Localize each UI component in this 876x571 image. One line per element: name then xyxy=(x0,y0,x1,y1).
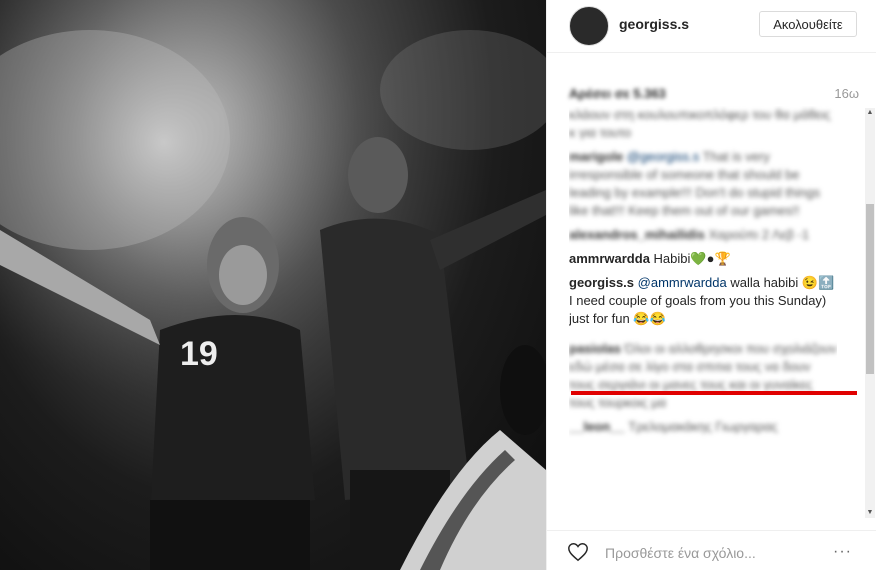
comment-text: Χαρούπι 2 Λεβ -1 xyxy=(708,227,810,242)
add-comment-input[interactable]: Προσθέστε ένα σχόλιο... xyxy=(605,545,756,561)
highlight-underline xyxy=(571,391,857,395)
comment-mention[interactable]: @georgiss.s xyxy=(627,149,699,164)
comment-list: κλάουν στη κουλουπικοπλόφερ του θα μάθει… xyxy=(569,106,837,516)
more-options-icon[interactable]: ··· xyxy=(833,543,852,561)
post-photo-illustration: 19 xyxy=(0,0,546,570)
post-footer: Προσθέστε ένα σχόλιο... ··· xyxy=(547,530,876,571)
svg-text:19: 19 xyxy=(180,335,218,373)
comments-scrollbar[interactable]: ▲ ▼ xyxy=(865,108,875,518)
likes-row: Αρέσει σε 5.363 16ω xyxy=(569,86,859,102)
comment-username[interactable]: pasiolas xyxy=(569,341,621,356)
comment-mention[interactable]: @ammrwardda xyxy=(638,275,727,290)
comment-username[interactable]: alexandros_mihailidis xyxy=(569,227,705,242)
comment-item: georgiss.s @ammrwardda walla habibi 😉🔝 I… xyxy=(569,274,837,328)
instagram-post-view: 19 georgiss.s Ακολουθείτε Αρέσει σε 5.36… xyxy=(0,0,876,570)
comment-text: Habibi💚●🏆 xyxy=(653,251,731,266)
comment-username[interactable]: georgiss.s xyxy=(569,275,634,290)
scroll-down-arrow-icon[interactable]: ▼ xyxy=(866,509,874,517)
likes-count[interactable]: Αρέσει σε 5.363 xyxy=(569,86,666,101)
comment-text: κλάουν στη κουλουπικοπλόφερ του θα μάθει… xyxy=(569,107,831,140)
heart-icon[interactable] xyxy=(567,541,589,563)
comment-text: Τρελομακάκης Γιωργαρας xyxy=(628,419,778,434)
scrollbar-thumb[interactable] xyxy=(866,204,874,374)
comment-item: ammrwardda Habibi💚●🏆 xyxy=(569,250,837,268)
post-time[interactable]: 16ω xyxy=(834,86,859,101)
following-button[interactable]: Ακολουθείτε xyxy=(759,11,857,37)
comment-item: __leon__ Τρελομακάκης Γιωργαρας xyxy=(569,418,837,436)
comment-item: alexandros_mihailidis Χαρούπι 2 Λεβ -1 xyxy=(569,226,837,244)
post-header: georgiss.s Ακολουθείτε xyxy=(547,0,876,53)
scroll-up-arrow-icon[interactable]: ▲ xyxy=(866,109,874,117)
comment-username[interactable]: ammrwardda xyxy=(569,251,650,266)
comment-item: pasiolas Όλοι οι αλλοθρησκοι που σχολιάζ… xyxy=(569,340,837,412)
comment-username[interactable]: __leon__ xyxy=(569,419,625,434)
comment-item: κλάουν στη κουλουπικοπλόφερ του θα μάθει… xyxy=(569,106,837,142)
post-photo[interactable]: 19 xyxy=(0,0,546,570)
comment-item: marigole @georgiss.s That is very irresp… xyxy=(569,148,837,220)
comment-username[interactable]: marigole xyxy=(569,149,623,164)
avatar[interactable] xyxy=(569,6,609,46)
username[interactable]: georgiss.s xyxy=(619,16,689,32)
post-side-panel: georgiss.s Ακολουθείτε Αρέσει σε 5.363 1… xyxy=(546,0,876,570)
